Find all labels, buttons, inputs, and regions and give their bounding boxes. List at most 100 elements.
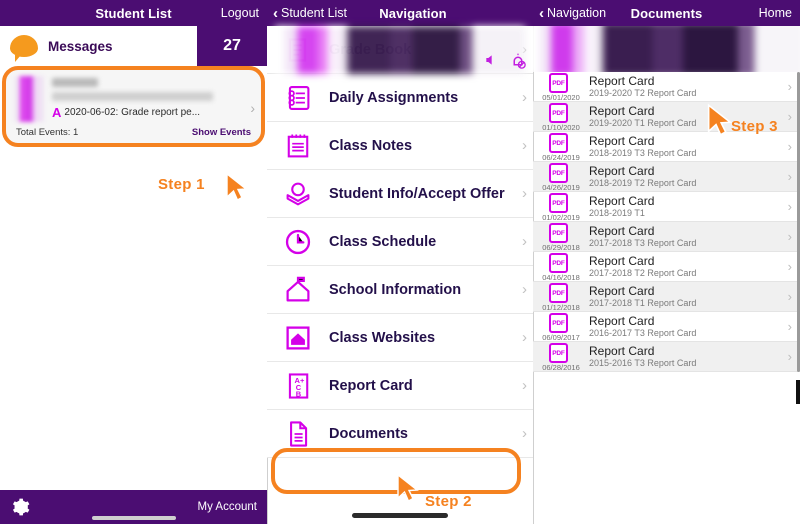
nav-item-class-schedule[interactable]: Class Schedule › — [267, 218, 533, 266]
chevron-right-icon: › — [522, 137, 527, 154]
panel-documents: ‹ Navigation Documents Home PDF 05/01/202… — [533, 0, 800, 524]
document-date: 01/02/2019 — [542, 213, 580, 222]
message-card[interactable]: A 2020-06-02: Grade report pe... › Total… — [6, 70, 261, 143]
total-events-label: Total Events: 1 — [16, 127, 79, 138]
document-text: Report Card 2017-2018 T1 Report Card — [589, 284, 788, 309]
document-title: Report Card — [589, 103, 655, 118]
document-subtitle: 2017-2018 T3 Report Card — [589, 238, 697, 249]
student-name-redacted — [52, 78, 98, 87]
document-row[interactable]: PDF 06/29/2018 Report Card 2017-2018 T3 Rep… — [533, 222, 800, 252]
document-row[interactable]: PDF 06/09/2017 Report Card 2016-2017 T3 Rep… — [533, 312, 800, 342]
document-row[interactable]: PDF 04/26/2019 Report Card 2018-2019 T2 Rep… — [533, 162, 800, 192]
document-meta: PDF 04/16/2018 — [533, 252, 589, 282]
nav-item-class-notes[interactable]: Class Notes › — [267, 122, 533, 170]
document-text: Report Card 2015-2016 T3 Report Card — [589, 343, 788, 369]
nav-item-documents[interactable]: Documents › — [267, 410, 533, 458]
nav-label-grade-book: Grade Book — [329, 41, 412, 58]
chevron-right-icon: › — [522, 281, 527, 298]
back-to-navigation-button[interactable]: ‹ Navigation — [533, 6, 606, 21]
chevron-right-icon: › — [787, 139, 792, 154]
messages-label: Messages — [48, 38, 113, 54]
document-subtitle: 2017-2018 T2 Report Card — [589, 268, 697, 279]
document-row[interactable]: PDF 01/02/2019 Report Card 2018-2019 T1 › — [533, 192, 800, 222]
avatar — [14, 76, 44, 122]
document-title: Report Card — [589, 193, 655, 208]
nav-item-class-websites[interactable]: Class Websites › — [267, 314, 533, 362]
document-meta: PDF 05/01/2020 — [533, 72, 589, 102]
report-card-icon: A+ C B — [281, 369, 315, 403]
pdf-icon: PDF — [549, 163, 568, 183]
chevron-right-icon: › — [787, 229, 792, 244]
document-meta: PDF 01/02/2019 — [533, 192, 589, 222]
document-title: Report Card — [589, 163, 655, 178]
nav-label-documents: Documents — [329, 425, 408, 442]
screenshot-stage: Student List Logout Messages 27 A 2020-0… — [0, 0, 800, 524]
nav-label-daily-assignments: Daily Assignments — [329, 89, 459, 106]
nav-item-report-card[interactable]: A+ C B Report Card › — [267, 362, 533, 410]
document-subtitle: 2018-2019 T2 Report Card — [589, 178, 697, 189]
document-row[interactable]: PDF 04/16/2018 Report Card 2017-2018 T2 Rep… — [533, 252, 800, 282]
document-icon — [281, 417, 315, 451]
nav-item-student-info[interactable]: Student Info/Accept Offer › — [267, 170, 533, 218]
grade-badge: A — [52, 105, 62, 120]
step1-annotation: Step 1 — [158, 176, 205, 194]
grade-book-icon — [281, 33, 315, 67]
school-icon — [281, 273, 315, 307]
document-subtitle: 2018-2019 T1 — [589, 208, 645, 219]
document-meta: PDF 06/24/2019 — [533, 132, 589, 162]
chevron-right-icon: › — [787, 199, 792, 214]
class-website-icon — [281, 321, 315, 355]
chevron-right-icon: › — [250, 100, 255, 116]
gear-icon[interactable] — [10, 497, 30, 517]
edge-marker — [796, 380, 800, 404]
chevron-right-icon: › — [787, 109, 792, 124]
pdf-icon: PDF — [549, 73, 568, 93]
message-card-wrapper: A 2020-06-02: Grade report pe... › Total… — [2, 66, 265, 147]
panel2-navbar: ‹ Student List Navigation — [267, 0, 533, 26]
document-row[interactable]: PDF 06/24/2019 Report Card 2018-2019 T3 Rep… — [533, 132, 800, 162]
document-meta: PDF 06/29/2018 — [533, 222, 589, 252]
chevron-right-icon: › — [522, 425, 527, 442]
document-meta: PDF 04/26/2019 — [533, 162, 589, 192]
my-account-button[interactable]: My Account — [198, 501, 257, 513]
logout-button[interactable]: Logout — [221, 6, 259, 20]
nav-item-daily-assignments[interactable]: Daily Assignments › — [267, 74, 533, 122]
document-text: Report Card 2017-2018 T3 Report Card — [589, 224, 788, 249]
step3-annotation: Step 3 — [731, 118, 778, 136]
pdf-icon: PDF — [549, 133, 568, 153]
panel3-navbar: ‹ Navigation Documents Home — [533, 0, 800, 26]
grade-report-text: 2020-06-02: Grade report pe... — [64, 107, 201, 118]
notebook-icon — [281, 81, 315, 115]
chevron-right-icon: › — [787, 169, 792, 184]
panel2-header-icons — [483, 52, 527, 70]
document-title: Report Card — [589, 343, 655, 358]
bell-slash-icon[interactable] — [509, 52, 527, 70]
document-row[interactable]: PDF 06/28/2016 Report Card 2015-2016 T3 Rep… — [533, 342, 800, 372]
document-date: 06/09/2017 — [542, 333, 580, 342]
speaker-icon[interactable] — [483, 52, 499, 68]
home-indicator — [352, 513, 448, 518]
step2-cursor-icon — [397, 473, 419, 502]
chevron-right-icon: › — [787, 79, 792, 94]
chevron-left-icon: ‹ — [539, 4, 544, 22]
step1-cursor-icon — [226, 172, 248, 201]
pdf-icon: PDF — [549, 103, 568, 123]
document-subtitle: 2016-2017 T3 Report Card — [589, 328, 697, 339]
back-to-student-list-button[interactable]: ‹ Student List — [267, 6, 347, 21]
document-subtitle: 2018-2019 T3 Report Card — [589, 148, 697, 159]
document-text: Report Card 2018-2019 T3 Report Card — [589, 133, 788, 159]
show-events-link[interactable]: Show Events — [192, 127, 251, 138]
document-title: Report Card — [589, 133, 655, 148]
messages-header[interactable]: Messages 27 — [0, 26, 267, 66]
document-date: 06/28/2016 — [542, 363, 580, 372]
nav-item-school-information[interactable]: School Information › — [267, 266, 533, 314]
step2-label: Step 2 — [425, 493, 472, 510]
chevron-right-icon: › — [522, 89, 527, 106]
home-button[interactable]: Home — [759, 6, 792, 20]
document-row[interactable]: PDF 05/01/2020 Report Card 2019-2020 T2 Rep… — [533, 72, 800, 102]
document-meta: PDF 01/10/2020 — [533, 102, 589, 132]
document-text: Report Card 2018-2019 T2 Report Card — [589, 163, 788, 189]
home-indicator — [91, 516, 176, 520]
document-row[interactable]: PDF 01/12/2018 Report Card 2017-2018 T1 Rep… — [533, 282, 800, 312]
step1-label: Step 1 — [158, 176, 205, 193]
